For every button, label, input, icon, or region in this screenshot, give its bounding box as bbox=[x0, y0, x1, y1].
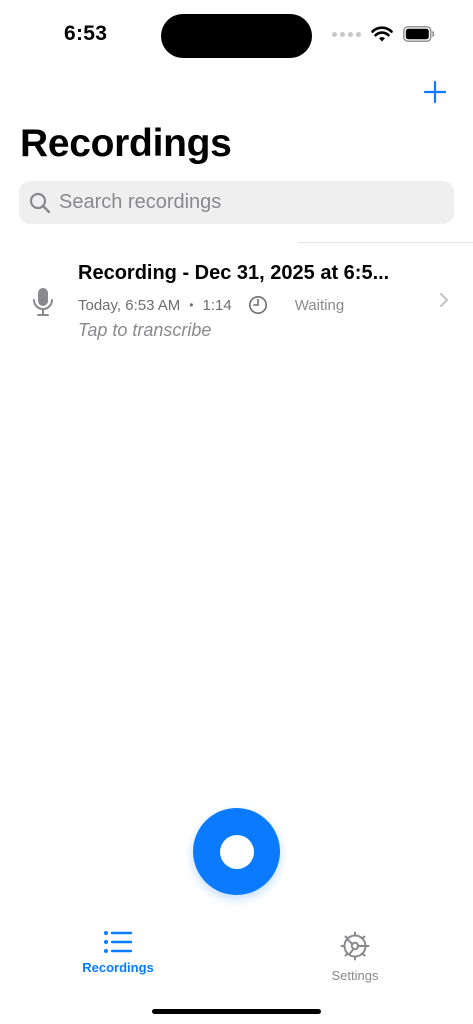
recording-meta: Today, 6:53 AM • 1:14 Waiting bbox=[78, 295, 344, 315]
search-bar[interactable] bbox=[19, 181, 454, 224]
record-button[interactable] bbox=[193, 808, 280, 895]
recording-row[interactable]: Recording - Dec 31, 2025 at 6:5... Today… bbox=[0, 252, 473, 352]
tab-settings[interactable]: Settings bbox=[295, 930, 415, 983]
home-indicator bbox=[152, 1009, 321, 1014]
plus-icon bbox=[423, 80, 447, 104]
row-separator bbox=[298, 242, 473, 243]
gear-icon bbox=[340, 931, 370, 961]
clock-icon bbox=[248, 295, 268, 315]
wifi-icon bbox=[371, 25, 393, 43]
status-indicators bbox=[332, 24, 435, 44]
search-input[interactable] bbox=[59, 191, 439, 214]
microphone-icon bbox=[31, 287, 55, 322]
recordings-screen: 6:53 Recordings Search recordings Record… bbox=[0, 0, 473, 1024]
page-title: Recordings bbox=[20, 122, 232, 165]
tab-recordings[interactable]: Recordings bbox=[58, 930, 178, 975]
battery-icon bbox=[403, 26, 435, 42]
meta-separator: • bbox=[189, 298, 194, 312]
transcription-status: Waiting bbox=[294, 296, 345, 314]
list-icon bbox=[104, 931, 133, 953]
recording-date: Today, 6:53 AM bbox=[78, 296, 181, 314]
chevron-right-icon bbox=[439, 292, 449, 313]
search-icon bbox=[29, 192, 51, 213]
add-recording-button[interactable] bbox=[419, 76, 451, 108]
tab-recordings-label: Recordings bbox=[82, 960, 154, 975]
tab-settings-label: Settings bbox=[331, 968, 379, 983]
cellular-signal-icon bbox=[332, 31, 361, 37]
recording-title: Recording - Dec 31, 2025 at 6:5... bbox=[78, 262, 390, 284]
status-time: 6:53 bbox=[64, 22, 108, 45]
record-dot-icon bbox=[219, 834, 254, 869]
transcribe-hint: Tap to transcribe bbox=[78, 320, 212, 340]
recording-duration: 1:14 bbox=[202, 296, 232, 314]
dynamic-island bbox=[161, 14, 312, 58]
